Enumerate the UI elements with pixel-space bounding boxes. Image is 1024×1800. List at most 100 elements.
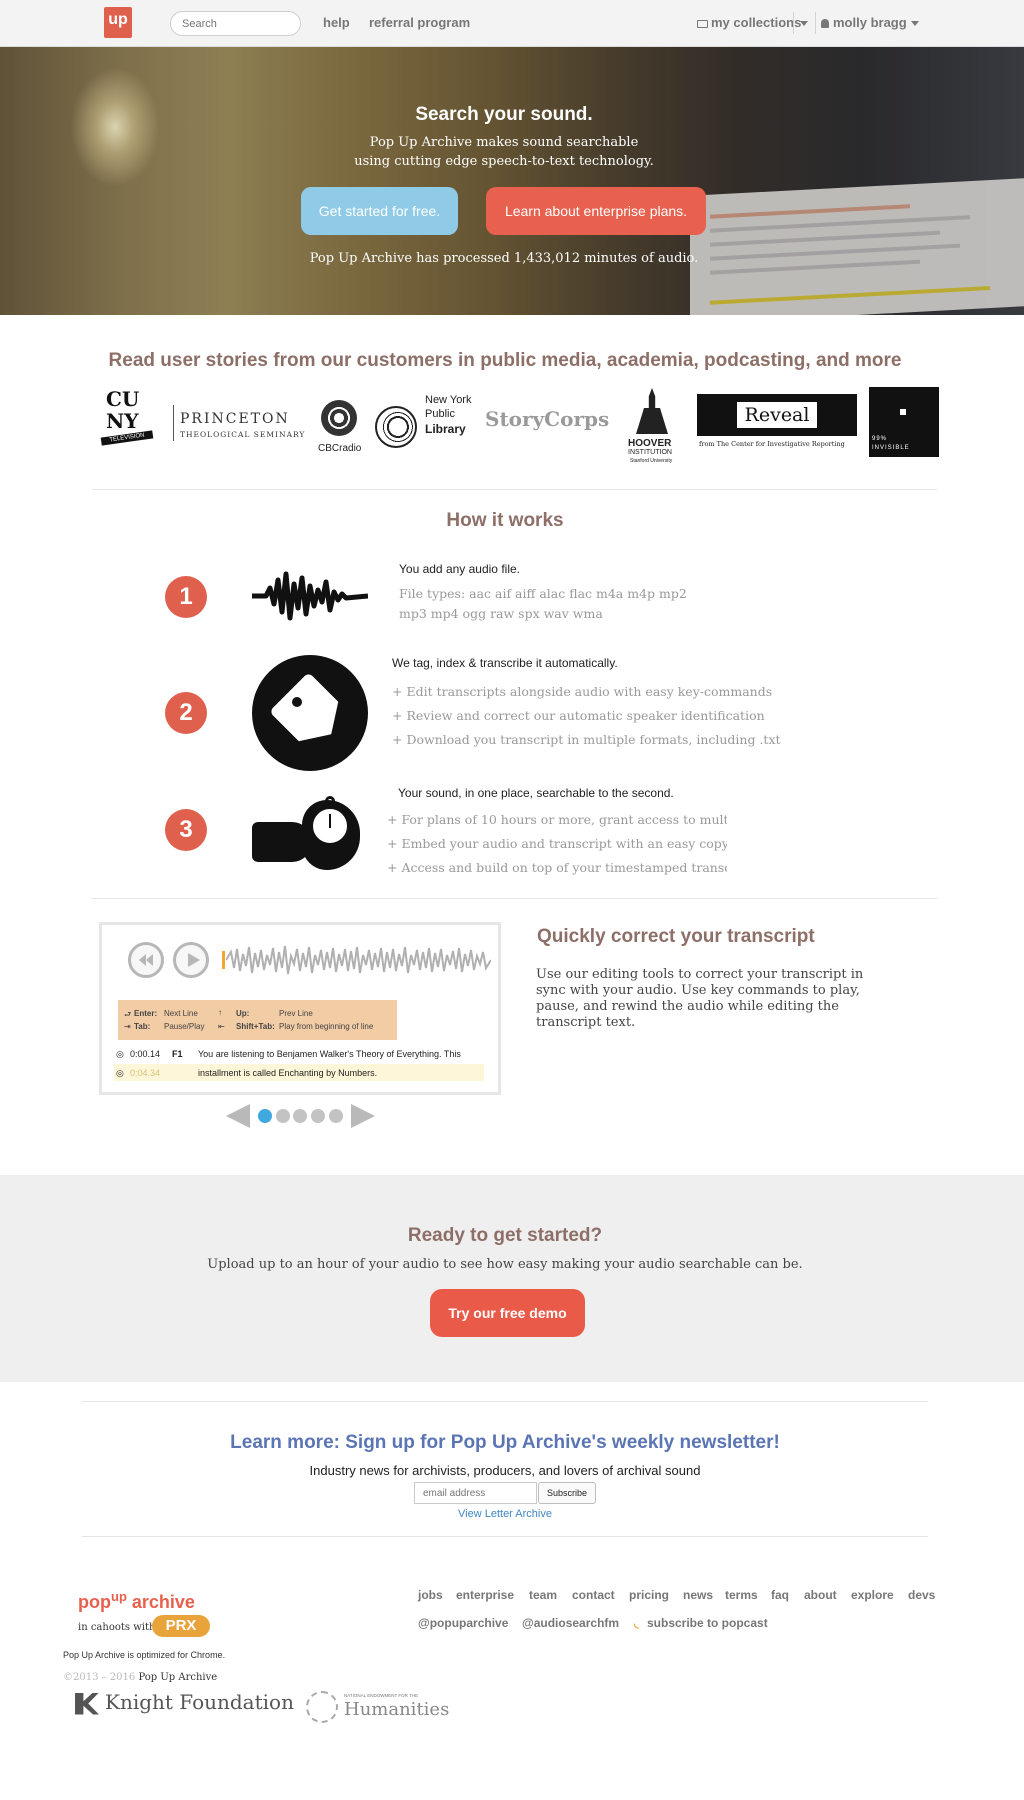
princeton-logo[interactable]: PRINCETON THEOLOGICAL SEMINARY <box>158 405 308 445</box>
99-invisible-wordmark: 99% <box>872 436 888 442</box>
step-heading: You add any audio file. <box>399 562 520 576</box>
step-line: + Download you transcript in multiple fo… <box>392 732 781 747</box>
hero-subtitle-line: Pop Up Archive makes sound searchable <box>369 135 639 150</box>
carousel-dot[interactable] <box>293 1109 307 1123</box>
newsletter-subtitle: Industry news for archivists, producers,… <box>309 1463 701 1478</box>
knight-k-icon <box>75 1692 99 1715</box>
hoover-institution-logo[interactable]: HOOVER INSTITUTION Stanford University <box>624 388 684 468</box>
my-collections-label: my collections <box>711 15 802 30</box>
carousel-dot[interactable] <box>311 1109 325 1123</box>
twitter-audiosearchfm-link[interactable]: @audiosearchfm <box>522 1616 619 1630</box>
search-input[interactable] <box>170 11 301 36</box>
shortcut-action: Next Line <box>164 1009 198 1018</box>
hoover-wordmark: Stanford University <box>630 458 673 464</box>
neh-seal-icon <box>306 1691 338 1723</box>
popup-logo[interactable]: up <box>104 7 132 38</box>
user-menu[interactable]: molly bragg <box>821 15 919 30</box>
princeton-subtitle: THEOLOGICAL SEMINARY <box>180 430 306 439</box>
twitter-popuparchive-link[interactable]: @popuparchive <box>418 1616 508 1630</box>
footer-link-about[interactable]: about <box>804 1588 837 1602</box>
user-stories-title[interactable]: Read user stories from our customers in … <box>0 350 1010 372</box>
nypl-logo[interactable]: New York Public Library <box>375 392 479 452</box>
help-link[interactable]: help <box>323 15 350 30</box>
99-invisible-wordmark: INVISIBLE <box>872 445 910 451</box>
up-arrow-icon: ↑ <box>218 1008 222 1017</box>
reveal-wordmark: Reveal <box>737 402 817 428</box>
ready-text: Upload up to an hour of your audio to se… <box>207 1257 803 1272</box>
copyright: ©2013 – 2016 Pop Up Archive <box>63 1672 217 1683</box>
hand-stopwatch-icon <box>252 788 368 872</box>
email-field[interactable] <box>414 1482 537 1504</box>
carousel-dot[interactable] <box>329 1109 343 1123</box>
footer-popup-logo[interactable]: popup archive <box>78 1589 195 1613</box>
storycorps-logo[interactable]: StoryCorps <box>485 407 609 431</box>
get-started-button[interactable]: Get started for free. <box>301 187 458 235</box>
ready-title: Ready to get started? <box>407 1225 603 1246</box>
subscribe-button[interactable]: Subscribe <box>538 1482 596 1504</box>
footer-link-pricing[interactable]: pricing <box>629 1588 669 1602</box>
section-divider <box>92 489 937 490</box>
knight-foundation-logo[interactable]: Knight Foundation <box>75 1690 294 1715</box>
quickly-correct-title: Quickly correct your transcript <box>537 926 815 947</box>
play-button[interactable] <box>173 942 209 978</box>
footer-link-explore[interactable]: explore <box>851 1588 894 1602</box>
reveal-subtitle: from The Center for Investigative Report… <box>699 440 845 448</box>
tag-icon <box>252 655 368 771</box>
chevron-down-icon <box>800 21 808 27</box>
footer-link-team[interactable]: team <box>529 1588 557 1602</box>
step-description: + Edit transcripts alongside audio with … <box>392 680 812 752</box>
chrome-optimized-note: Pop Up Archive is optimized for Chrome. <box>63 1650 226 1660</box>
logo-part: archive <box>126 1592 195 1612</box>
carousel-dot[interactable] <box>276 1109 290 1123</box>
reveal-logo[interactable]: Reveal from The Center for Investigative… <box>697 394 857 454</box>
transcript-timestamp[interactable]: 0:04.34 <box>130 1068 160 1078</box>
carousel-prev-arrow[interactable] <box>226 1104 250 1128</box>
transcript-line-editing[interactable]: installment is called Enchanting by Numb… <box>198 1068 377 1078</box>
footer-link-devs[interactable]: devs <box>908 1588 935 1602</box>
free-demo-button[interactable]: Try our free demo <box>430 1289 585 1337</box>
transcript-timestamp[interactable]: 0:00.14 <box>130 1049 160 1059</box>
shortcut-key: Shift+Tab: <box>236 1022 275 1031</box>
user-icon <box>821 19 829 29</box>
hoover-tower-base <box>636 408 668 434</box>
carousel-dot-active[interactable] <box>258 1109 272 1123</box>
enter-key-icon: ⮐ <box>124 1010 132 1019</box>
clock-icon: ◎ <box>116 1049 124 1059</box>
footer-link-terms[interactable]: terms <box>725 1588 758 1602</box>
rss-icon: ◟ <box>634 1616 639 1630</box>
user-name: molly bragg <box>833 15 907 30</box>
speaker-label[interactable]: F1 <box>172 1049 183 1059</box>
subscribe-popcast-link[interactable]: subscribe to popcast <box>647 1616 768 1630</box>
prx-logo[interactable]: PRX <box>152 1615 210 1637</box>
footer-link-contact[interactable]: contact <box>572 1588 615 1602</box>
nav-divider <box>815 12 816 34</box>
neh-wordmark: Humanities <box>344 1699 450 1720</box>
step-line: + Review and correct our automatic speak… <box>392 708 765 723</box>
cbc-radio-logo[interactable]: CBCradio <box>315 398 367 460</box>
princeton-wordmark: PRINCETON <box>180 411 290 427</box>
hero-title: Search your sound. <box>415 104 593 125</box>
enterprise-plans-button[interactable]: Learn about enterprise plans. <box>486 187 706 235</box>
transcript-line[interactable]: You are listening to Benjamen Walker's T… <box>198 1049 461 1059</box>
footer-link-jobs[interactable]: jobs <box>418 1588 443 1602</box>
section-divider <box>82 1536 928 1537</box>
step-description: + For plans of 10 hours or more, grant a… <box>387 808 727 880</box>
collections-dropdown-toggle[interactable] <box>800 15 808 30</box>
step-heading: We tag, index & transcribe it automatica… <box>392 656 618 670</box>
my-collections-menu[interactable]: my collections <box>697 15 801 30</box>
keyboard-shortcuts-box: ⮐ Enter: Next Line ↑ Up: Prev Line ⇥ Tab… <box>118 1000 397 1040</box>
neh-subtitle: NATIONAL ENDOWMENT FOR THE <box>344 1693 419 1698</box>
footer-link-news[interactable]: news <box>683 1588 713 1602</box>
carousel-next-arrow[interactable] <box>351 1104 375 1128</box>
tag-shape <box>269 672 351 754</box>
cbc-wordmark: CBCradio <box>318 443 362 454</box>
rewind-button[interactable] <box>128 942 164 978</box>
view-letter-archive-link[interactable]: View Letter Archive <box>0 1508 1010 1520</box>
99-invisible-logo[interactable]: 99% INVISIBLE <box>869 387 939 457</box>
footer-link-faq[interactable]: faq <box>771 1588 789 1602</box>
referral-program-link[interactable]: referral program <box>369 15 470 30</box>
cuny-logo[interactable]: CUNY TELEVISION <box>100 388 155 446</box>
shift-tab-icon: ⇤ <box>218 1022 225 1031</box>
footer-link-enterprise[interactable]: enterprise <box>456 1588 514 1602</box>
hero-subtitle: Pop Up Archive makes sound searchable us… <box>0 133 1008 171</box>
